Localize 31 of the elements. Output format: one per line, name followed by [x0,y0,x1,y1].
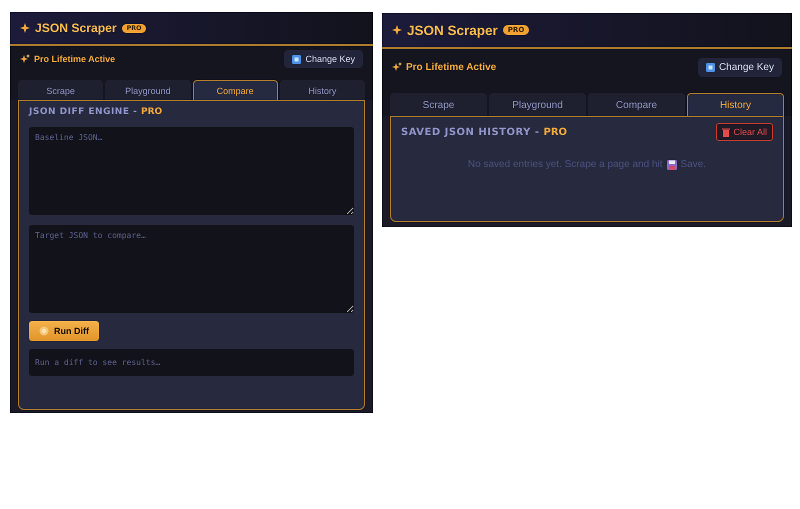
circle-icon [39,326,49,336]
tab[interactable]: History [687,93,784,116]
star-icon [392,25,402,35]
empty-message: No saved entries yet. Scrape a page and hit [468,159,662,170]
sparkles-icon [392,62,402,72]
section-title: SAVED JSON HISTORY - [401,126,541,138]
change-key-button[interactable]: Change Key [284,50,363,68]
app-title: JSON Scraper [35,21,117,35]
tab[interactable]: Playground [489,93,586,116]
json-input-field[interactable]: Target JSON to compare… [29,225,354,313]
trash-icon [722,128,730,136]
save-label: Save. [680,159,706,170]
tab[interactable]: History [280,80,365,100]
tab[interactable]: Compare [588,93,685,116]
clear-all-button[interactable]: Clear All [716,123,773,141]
pro-label: PRO [141,107,162,117]
results-output: Run a diff to see results… [29,349,354,376]
tab[interactable]: Compare [192,80,278,100]
change-key-button[interactable]: Change Key [698,58,782,76]
run-diff-button[interactable]: Run Diff [29,321,99,341]
json-input-field[interactable]: Baseline JSON… [29,127,354,215]
star-icon [20,23,30,33]
section-title: JSON DIFF ENGINE - [29,107,138,117]
tab[interactable]: Scrape [18,80,104,100]
sparkles-icon [20,54,30,64]
tab[interactable]: Playground [105,80,190,100]
license-status: Pro Lifetime Active [34,54,116,64]
license-status: Pro Lifetime Active [406,62,498,72]
app-title: JSON Scraper [407,22,498,38]
pro-label: PRO [544,126,568,138]
tab[interactable]: Scrape [390,93,487,116]
